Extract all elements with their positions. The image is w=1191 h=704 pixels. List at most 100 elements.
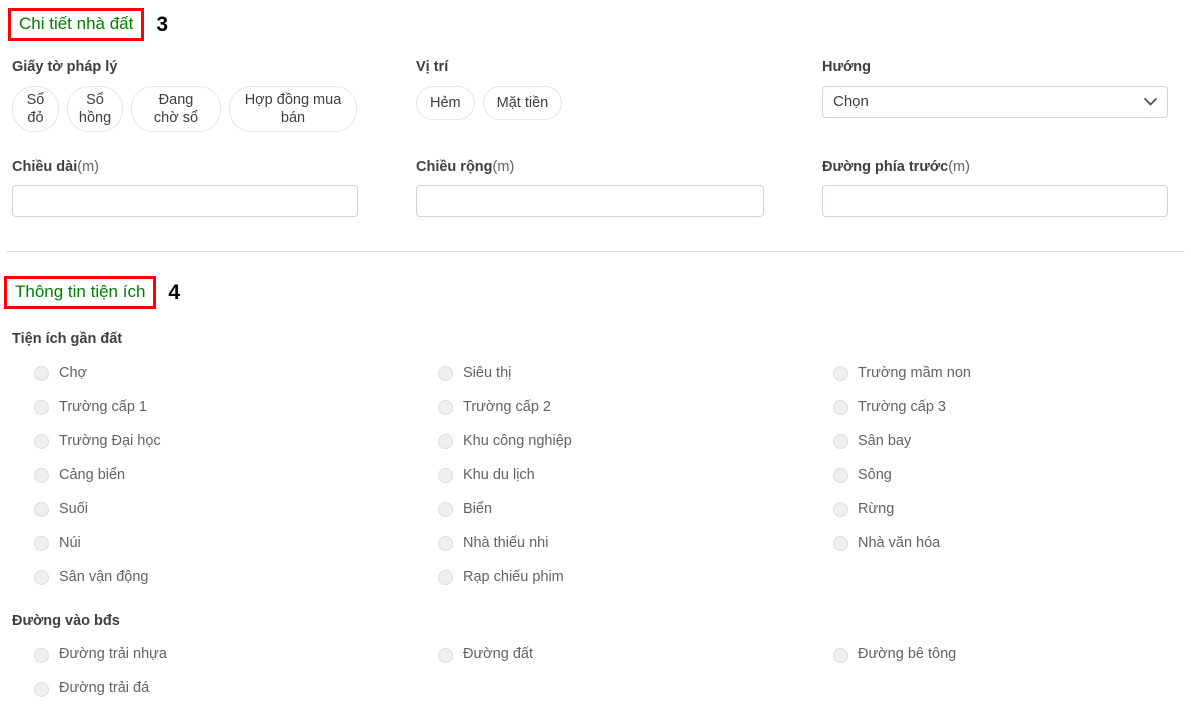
position-option-hem[interactable]: Hẻm — [416, 85, 475, 120]
radio-khu-du-lich[interactable]: Khu du lịch — [416, 459, 811, 493]
radio-label: Sông — [858, 466, 892, 483]
radio-circle-icon — [833, 434, 848, 450]
radio-bien[interactable]: Biển — [416, 493, 811, 527]
length-label-main: Chiều dài — [12, 158, 78, 175]
radio-circle-icon — [833, 647, 848, 663]
nearby-amenities-label: Tiện ích gần đất — [12, 331, 123, 348]
direction-select-wrapper: Chọn — [822, 85, 1168, 118]
nearby-column-1: Chợ Trường cấp 1 Trường Đại học Cảng biể… — [12, 357, 416, 595]
position-options: Hẻm Mặt tiền — [416, 85, 798, 120]
radio-circle-icon — [34, 647, 49, 663]
radio-label: Rừng — [858, 500, 895, 517]
radio-circle-icon — [833, 366, 848, 382]
access-road-label: Đường vào bđs — [12, 612, 120, 629]
radio-label: Trường mầm non — [858, 364, 971, 381]
radio-sieu-thi[interactable]: Siêu thị — [416, 357, 811, 391]
section-divider — [6, 251, 1185, 253]
radio-label: Đường trải đá — [59, 680, 150, 697]
radio-cang-bien[interactable]: Cảng biển — [12, 459, 416, 493]
width-label-main: Chiều rộng — [416, 158, 493, 175]
radio-khu-cong-nghiep[interactable]: Khu công nghiệp — [416, 425, 811, 459]
step-number-3: 3 — [156, 13, 169, 37]
legal-doc-option-dang-cho-so[interactable]: Đang chờ sổ — [131, 85, 221, 132]
legal-doc-option-hop-dong-mua-ban[interactable]: Hợp đồng mua bán — [229, 85, 357, 132]
access-road-column-1: Đường trải nhựa Đường trải đá — [12, 638, 416, 704]
radio-label: Đường bê tông — [858, 646, 957, 663]
nearby-column-2: Siêu thị Trường cấp 2 Khu công nghiệp Kh… — [416, 357, 811, 595]
width-input[interactable] — [416, 185, 764, 218]
radio-circle-icon — [34, 434, 49, 450]
radio-duong-be-tong[interactable]: Đường bê tông — [811, 638, 1191, 672]
radio-label: Khu công nghiệp — [463, 432, 572, 449]
front-road-input[interactable] — [822, 185, 1168, 218]
access-road-column-2: Đường đất — [416, 638, 811, 704]
radio-truong-dai-hoc[interactable]: Trường Đại học — [12, 425, 416, 459]
radio-duong-trai-da[interactable]: Đường trải đá — [12, 672, 416, 704]
nearby-amenities-options: Chợ Trường cấp 1 Trường Đại học Cảng biể… — [12, 357, 1191, 595]
length-input[interactable] — [12, 185, 358, 218]
radio-nha-thieu-nhi[interactable]: Nhà thiếu nhi — [416, 527, 811, 561]
width-label-unit: (m) — [492, 158, 515, 175]
radio-nui[interactable]: Núi — [12, 527, 416, 561]
legal-docs-field: Giấy tờ pháp lý Sổ đỏ Sổ hồng Đang chờ s… — [12, 59, 416, 132]
radio-label: Cảng biển — [59, 466, 126, 483]
radio-suoi[interactable]: Suối — [12, 493, 416, 527]
radio-truong-mam-non[interactable]: Trường mầm non — [811, 357, 1191, 391]
radio-circle-icon — [438, 468, 453, 484]
length-label: Chiều dài(m) — [12, 159, 392, 176]
radio-duong-trai-nhua[interactable]: Đường trải nhựa — [12, 638, 416, 672]
radio-circle-icon — [833, 468, 848, 484]
section-title-box-amenities: Thông tin tiện ích — [4, 276, 157, 310]
nearby-column-3: Trường mầm non Trường cấp 3 Sân bay Sông… — [811, 357, 1191, 595]
radio-nha-van-hoa[interactable]: Nhà văn hóa — [811, 527, 1191, 561]
direction-select[interactable]: Chọn — [822, 85, 1168, 118]
section-title-box-detail: Chi tiết nhà đất — [8, 8, 145, 42]
radio-san-bay[interactable]: Sân bay — [811, 425, 1191, 459]
radio-duong-dat[interactable]: Đường đất — [416, 638, 811, 672]
radio-label: Khu du lịch — [463, 466, 535, 483]
legal-docs-label: Giấy tờ pháp lý — [12, 59, 118, 76]
radio-label: Siêu thị — [463, 364, 512, 381]
radio-song[interactable]: Sông — [811, 459, 1191, 493]
radio-label: Sân vận động — [59, 568, 149, 585]
position-field: Vị trí Hẻm Mặt tiền — [416, 59, 822, 131]
direction-label: Hướng — [822, 59, 871, 76]
radio-label: Trường cấp 2 — [463, 398, 551, 415]
radio-rung[interactable]: Rừng — [811, 493, 1191, 527]
radio-label: Chợ — [59, 364, 88, 381]
radio-truong-cap-1[interactable]: Trường cấp 1 — [12, 391, 416, 425]
detail-fields-row-1: Giấy tờ pháp lý Sổ đỏ Sổ hồng Đang chờ s… — [12, 59, 1191, 132]
radio-cho[interactable]: Chợ — [12, 357, 416, 391]
radio-truong-cap-3[interactable]: Trường cấp 3 — [811, 391, 1191, 425]
legal-doc-option-so-hong[interactable]: Sổ hồng — [67, 85, 123, 132]
front-road-label-unit: (m) — [948, 158, 970, 175]
radio-label: Trường cấp 3 — [858, 398, 946, 415]
radio-circle-icon — [438, 570, 453, 586]
radio-circle-icon — [34, 681, 49, 697]
radio-circle-icon — [438, 366, 453, 382]
radio-label: Trường cấp 1 — [59, 398, 147, 415]
radio-label: Suối — [59, 500, 89, 517]
radio-label: Sân bay — [858, 432, 912, 449]
radio-circle-icon — [438, 647, 453, 663]
radio-circle-icon — [34, 366, 49, 382]
legal-doc-option-so-do[interactable]: Sổ đỏ — [12, 85, 59, 132]
radio-circle-icon — [34, 468, 49, 484]
radio-circle-icon — [34, 400, 49, 416]
property-detail-form: Chi tiết nhà đất 3 Giấy tờ pháp lý Sổ đỏ… — [0, 8, 1191, 704]
detail-fields-row-2: Chiều dài(m) Chiều rộng(m) Đường phía tr… — [12, 158, 1191, 218]
access-road-column-3: Đường bê tông — [811, 638, 1191, 704]
width-label: Chiều rộng(m) — [416, 159, 798, 176]
radio-circle-icon — [438, 536, 453, 552]
radio-san-van-dong[interactable]: Sân vận động — [12, 561, 416, 595]
radio-rap-chieu-phim[interactable]: Rạp chiếu phim — [416, 561, 811, 595]
radio-label: Trường Đại học — [59, 432, 161, 449]
radio-circle-icon — [438, 434, 453, 450]
legal-docs-options: Sổ đỏ Sổ hồng Đang chờ sổ Hợp đồng mua b… — [12, 85, 392, 132]
radio-truong-cap-2[interactable]: Trường cấp 2 — [416, 391, 811, 425]
radio-label: Biển — [463, 500, 493, 517]
position-option-mat-tien[interactable]: Mặt tiền — [482, 85, 563, 120]
radio-label: Đường đất — [463, 646, 534, 663]
front-road-label-main: Đường phía trước — [822, 158, 949, 175]
radio-label: Rạp chiếu phim — [463, 568, 564, 585]
